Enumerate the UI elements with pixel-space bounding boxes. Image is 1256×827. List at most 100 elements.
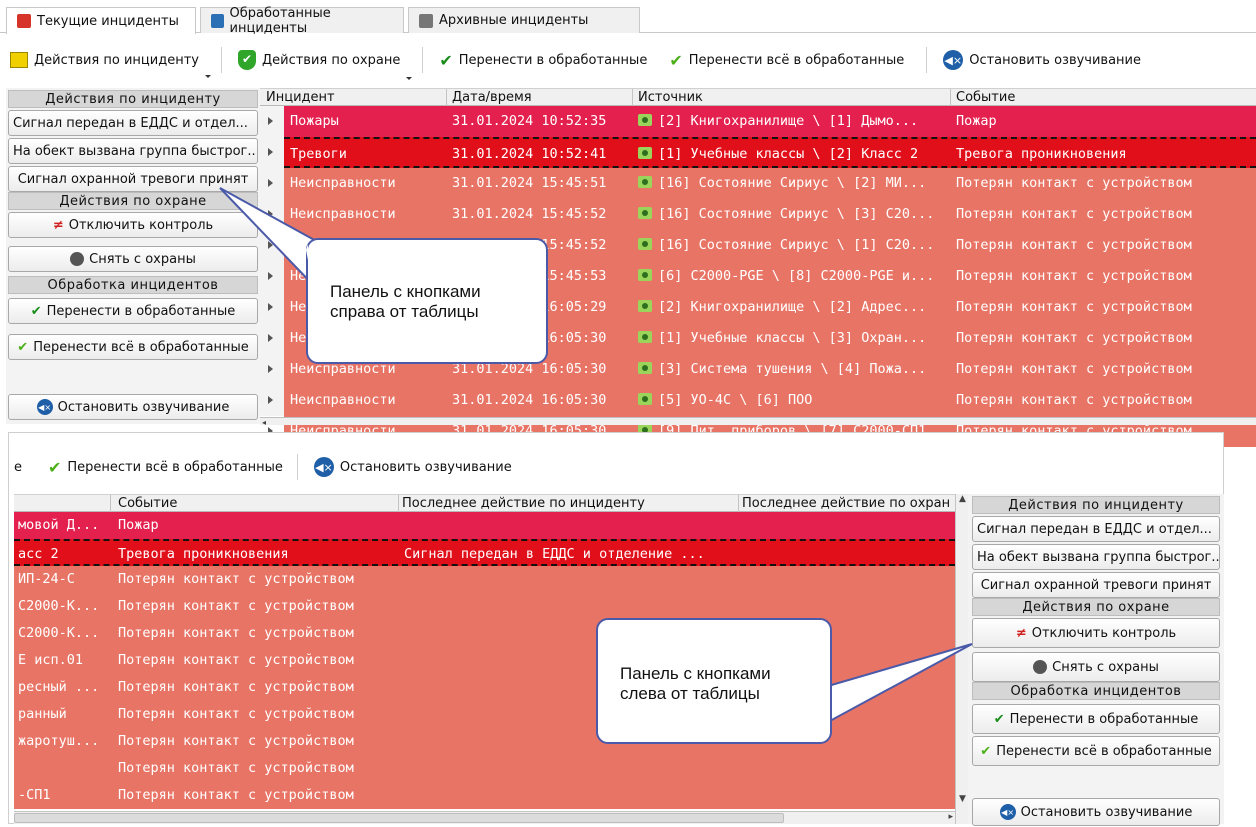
rapid-response-button[interactable]: На обект вызвана группа быстрог... [8, 138, 258, 164]
scroll-thumb[interactable] [14, 813, 784, 823]
cell-event: Потерян контакт с устройством [956, 299, 1256, 315]
incident-actions-header: Действия по инциденту [972, 496, 1220, 514]
cell-source: [6] С2000-PGE \ [8] С2000-PGE и... [638, 268, 956, 284]
cell-source-text: [1] Учебные классы \ [2] Класс 2 [658, 146, 919, 162]
tab-label: Обработанные инциденты [229, 5, 331, 36]
cell-source-text: [16] Состояние Сириус \ [3] С20... [658, 206, 935, 222]
disarm-button[interactable]: Снять с охраны [972, 652, 1220, 682]
expand-arrow-icon[interactable] [268, 117, 273, 125]
cell-incident-text: Неисправности [290, 392, 396, 408]
not-equal-icon: ≠ [52, 217, 64, 233]
table-row[interactable]: мовой Д... Пожар [14, 512, 955, 539]
cell-event: Потерян контакт с устройством [118, 571, 354, 587]
double-check-icon: ✔ [980, 743, 992, 759]
horizontal-scrollbar[interactable]: ▸ [14, 811, 955, 824]
cell-event: Потерян контакт с устройством [118, 598, 354, 614]
cell-event: Потерян контакт с устройством [956, 330, 1256, 346]
scroll-up-icon[interactable]: ▲ [959, 494, 966, 504]
move-processed-label: Перенести в обработанные [458, 52, 648, 68]
check-icon: ✔ [439, 50, 453, 70]
move-processed-panel-button[interactable]: ✔ Перенести в обработанные [972, 704, 1220, 734]
stop-sound-button[interactable]: ◀× Остановить озвучивание [943, 50, 1141, 70]
horizontal-scrollbar[interactable]: ◂ [260, 417, 1256, 427]
scroll-down-icon[interactable]: ▼ [959, 794, 966, 804]
edds-signal-button[interactable]: Сигнал передан в ЕДДС и отдел... [8, 110, 258, 136]
tab-bar: Текущие инциденты Обработанные инциденты… [0, 0, 1256, 36]
double-check-icon: ✔ [17, 339, 29, 355]
callout-line-1: Панель с кнопками [330, 282, 481, 301]
disable-control-button[interactable]: ≠ Отключить контроль [972, 618, 1220, 648]
stop-sound-panel-button[interactable]: ◀× Остановить озвучивание [972, 798, 1220, 826]
rapid-response-button[interactable]: На обект вызвана группа быстрог... [972, 544, 1220, 570]
guard-actions-button[interactable]: ✔ Действия по охране [237, 50, 413, 80]
expand-arrow-icon[interactable] [268, 396, 273, 404]
table-row[interactable]: Пожары 31.01.2024 10:52:35 [2] Книгохранил… [284, 106, 1256, 137]
right-action-panel: Действия по инциденту Сигнал передан в Е… [968, 494, 1224, 826]
table-row[interactable]: асс 2 Тревога проникновения Сигнал передан… [14, 539, 955, 566]
table-row[interactable]: Неисправности 31.01.2024 16:05:30 [5] УО-4… [284, 385, 1256, 416]
processed-icon [211, 13, 224, 28]
alert-icon [17, 14, 31, 28]
alarm-received-button[interactable]: Сигнал охранной тревоги принят [972, 572, 1220, 598]
cell-source: [5] УО-4С \ [6] ПОО [638, 392, 956, 408]
tab-archived-incidents[interactable]: Архивные инциденты [408, 7, 640, 33]
column-header-incident[interactable]: Инцидент [266, 90, 335, 105]
mute-icon: ◀× [943, 50, 964, 70]
cell-event-text: Потерян контакт с устройством [956, 175, 1192, 191]
disarm-icon [1033, 660, 1048, 674]
scroll-left-icon[interactable]: ◂ [262, 418, 266, 427]
column-header-datetime[interactable]: Дата/время [452, 90, 532, 105]
column-header-last-guard-action[interactable]: Последнее действие по охран [742, 496, 950, 511]
table-row[interactable]: -СП1 Потерян контакт с устройством [14, 782, 955, 809]
mute-icon: ◀× [313, 457, 334, 477]
cell-datetime: 31.01.2024 10:52:41 [452, 146, 632, 162]
device-icon [638, 147, 652, 159]
move-processed-panel-label: Перенести в обработанные [1009, 711, 1199, 727]
cell-incident-text: Пожары [290, 113, 339, 129]
stop-sound-label: Остановить озвучивание [339, 459, 512, 475]
cell-event-text: Пожар [956, 113, 997, 129]
cell-source: [3] Система тушения \ [4] Пожа... [638, 361, 956, 377]
column-header-event[interactable]: Событие [118, 496, 177, 511]
double-check-icon: ✔ [669, 50, 683, 70]
stop-sound-label: Остановить озвучивание [969, 52, 1142, 68]
stop-sound-button[interactable]: ◀× Остановить озвучивание [313, 457, 512, 477]
column-divider [446, 89, 447, 107]
cell-event: Потерян контакт с устройством [118, 706, 354, 722]
column-header-last-incident-action[interactable]: Последнее действие по инциденту [402, 496, 645, 511]
move-all-processed-button[interactable]: ✔ Перенести всё в обработанные [669, 51, 904, 70]
incident-actions-header: Действия по инциденту [8, 90, 258, 108]
move-processed-panel-label: Перенести в обработанные [46, 303, 236, 319]
move-all-processed-panel-button[interactable]: ✔ Перенести всё в обработанные [972, 736, 1220, 766]
cell-last-action: Сигнал передан в ЕДДС и отделение ... [404, 546, 705, 562]
cell-source: ИП-24-С [18, 571, 75, 587]
table-row[interactable]: С2000-К... Потерян контакт с устройством [14, 593, 955, 620]
table-row[interactable]: Тревоги 31.01.2024 10:52:41 [1] Учебные кл… [284, 137, 1256, 168]
cell-event: Потерян контакт с устройством [118, 652, 354, 668]
cell-event: Потерян контакт с устройством [956, 268, 1256, 284]
mute-icon: ◀× [999, 804, 1016, 820]
tab-processed-incidents[interactable]: Обработанные инциденты [200, 5, 404, 36]
stop-sound-panel-button[interactable]: ◀× Остановить озвучивание [8, 394, 258, 420]
cell-datetime-text: 31.01.2024 10:52:35 [452, 113, 607, 129]
edds-signal-button[interactable]: Сигнал передан в ЕДДС и отдел... [972, 516, 1220, 542]
disarm-icon [70, 252, 85, 266]
callout-line-1: Панель с кнопками [620, 664, 771, 683]
tab-current-incidents[interactable]: Текущие инциденты [6, 7, 196, 34]
cell-event: Пожар [118, 517, 159, 533]
move-all-processed-button[interactable]: ✔ Перенести всё в обработанные [48, 458, 283, 477]
shield-icon: ✔ [237, 50, 256, 70]
scroll-right-icon[interactable]: ▸ [948, 812, 953, 822]
move-processed-button[interactable]: ✔ Перенести в обработанные [439, 51, 647, 70]
cell-event: Потерян контакт с устройством [956, 237, 1256, 253]
table-row[interactable]: ИП-24-С Потерян контакт с устройством [14, 566, 955, 593]
column-header-source[interactable]: Источник [638, 90, 703, 105]
cell-event: Тревога проникновения [118, 546, 289, 562]
cell-source-text: [2] Книгохранилище \ [2] Адрес... [658, 299, 927, 315]
incident-actions-button[interactable]: Действия по инциденту [10, 52, 211, 78]
cell-datetime-text: 31.01.2024 16:05:30 [452, 392, 607, 408]
expand-arrow-icon[interactable] [268, 148, 273, 156]
column-header-event[interactable]: Событие [956, 90, 1015, 105]
table-row[interactable]: Потерян контакт с устройством [14, 755, 955, 782]
mute-icon: ◀× [36, 399, 53, 415]
